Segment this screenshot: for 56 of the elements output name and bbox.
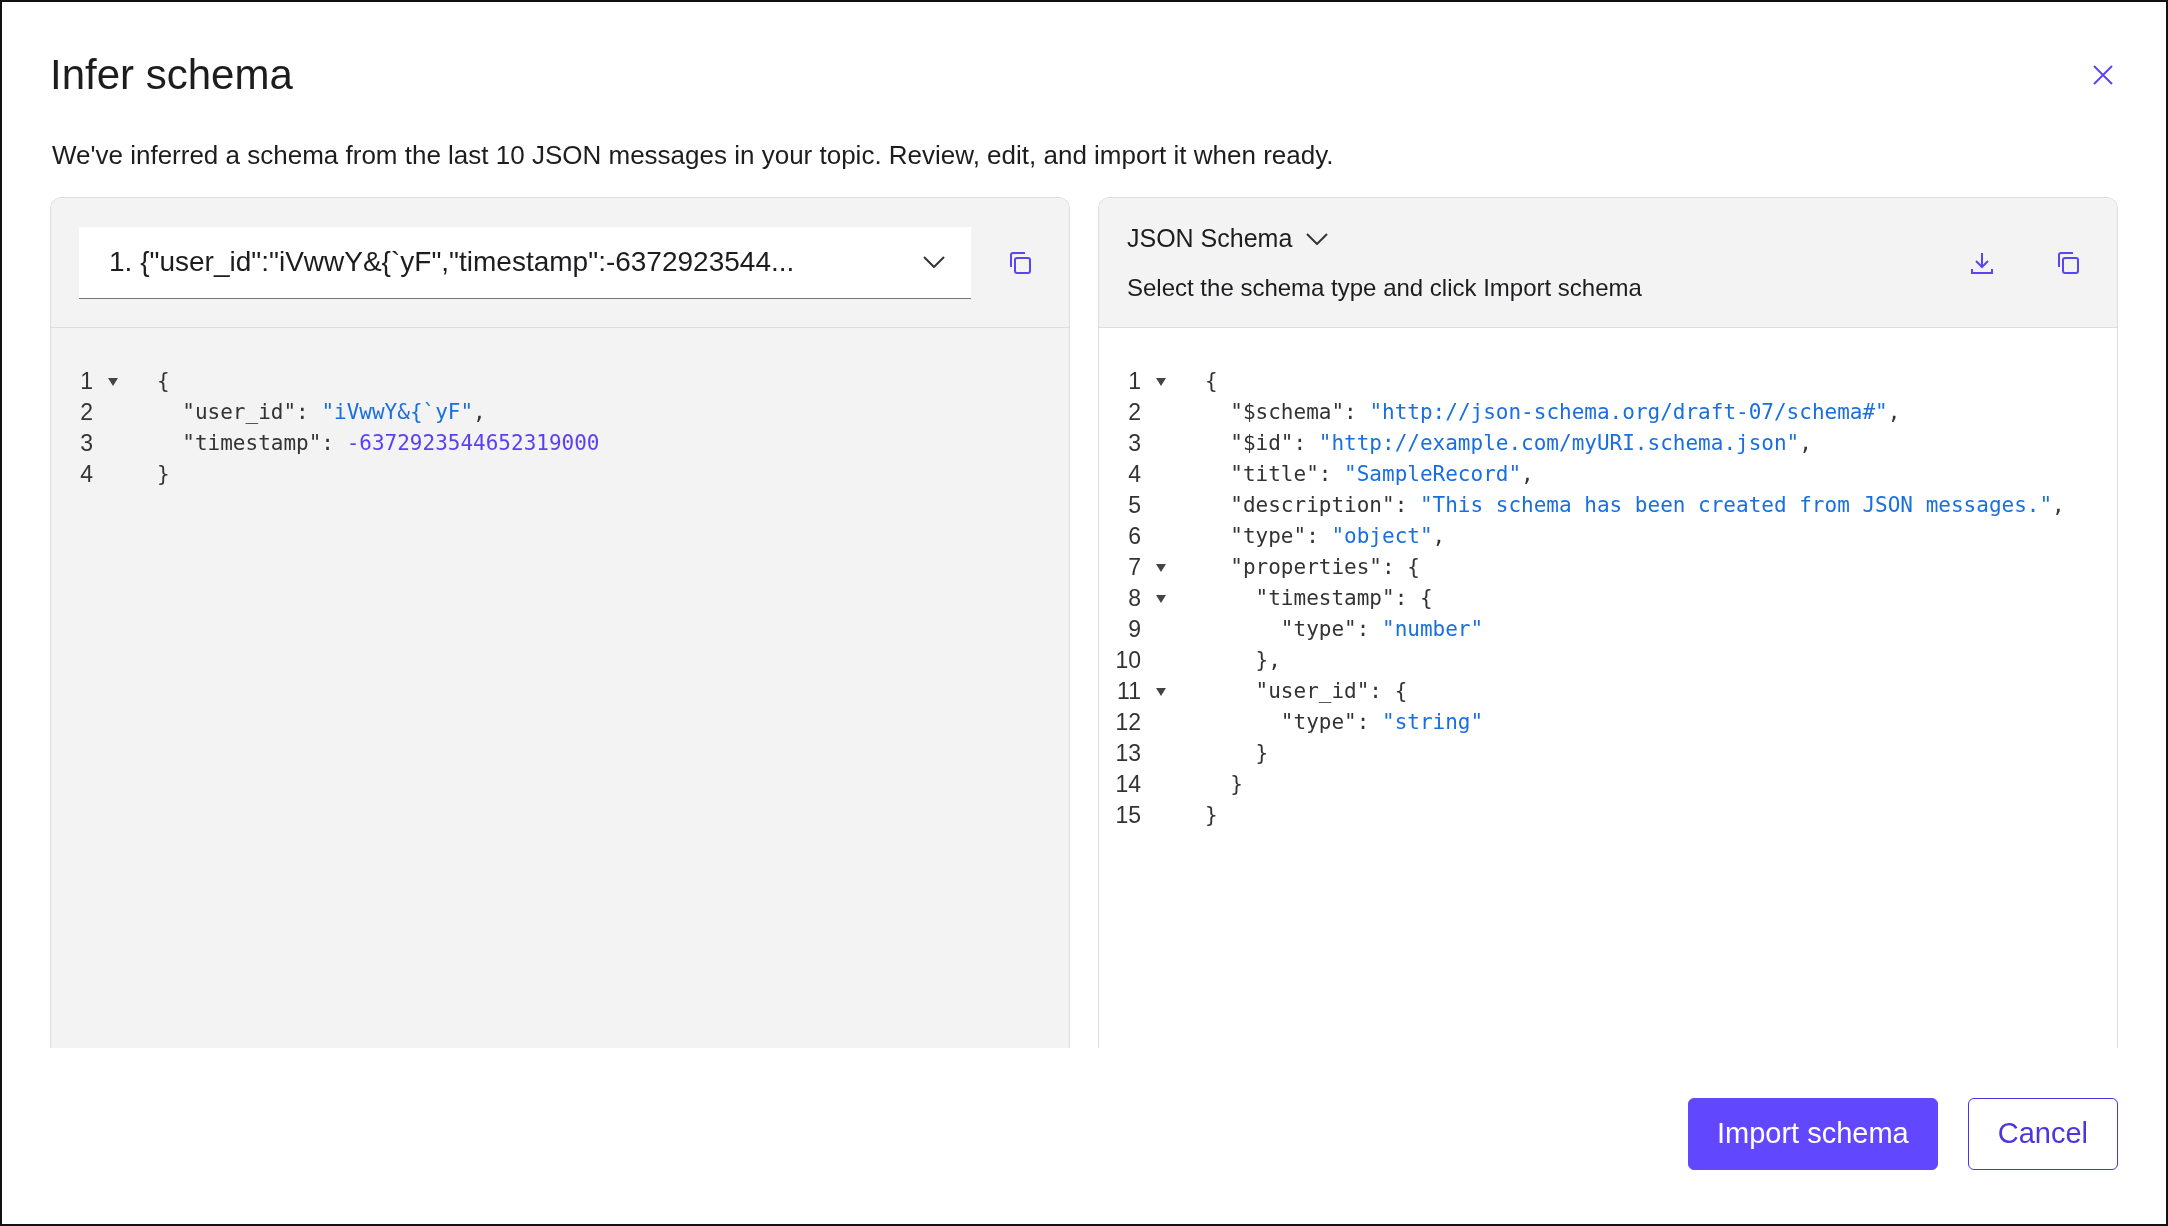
line-number: 10 bbox=[1114, 646, 1141, 676]
code-line: "title": "SampleRecord", bbox=[1229, 461, 1534, 489]
line-number: 15 bbox=[1114, 801, 1141, 831]
code-line: "type": "string" bbox=[1279, 709, 1484, 737]
dialog-title: Infer schema bbox=[50, 50, 293, 100]
copy-icon bbox=[1007, 249, 1033, 276]
line-number: 2 bbox=[79, 398, 93, 428]
import-button[interactable]: Import schema bbox=[1687, 1098, 1938, 1170]
line-number: 3 bbox=[79, 429, 93, 459]
line-number: 1 bbox=[79, 367, 93, 397]
line-number: 9 bbox=[1127, 615, 1141, 645]
line-number: 2 bbox=[1127, 398, 1141, 428]
line-number: 8 bbox=[1127, 584, 1141, 614]
line-number: 6 bbox=[1127, 522, 1141, 552]
code-line: "user_id": { bbox=[1254, 678, 1408, 706]
line-number: 7 bbox=[1127, 553, 1141, 583]
line-number: 4 bbox=[79, 460, 93, 490]
line-number: 11 bbox=[1116, 677, 1141, 707]
fold-arrow-icon[interactable] bbox=[108, 377, 118, 386]
code-line: } bbox=[156, 461, 170, 489]
code-line: "user_id": "iVwwY&{`yF", bbox=[181, 399, 486, 427]
line-number: 12 bbox=[1114, 708, 1141, 738]
code-line: "$schema": "http://json-schema.org/draft-07/schema#", bbox=[1229, 399, 1901, 427]
code-line: "description": "This schema has been created from JSON messages.", bbox=[1229, 492, 2065, 520]
code-line: "timestamp": { bbox=[1254, 585, 1433, 613]
close-icon bbox=[2092, 64, 2114, 87]
cancel-button[interactable]: Cancel bbox=[1967, 1098, 2118, 1170]
chevron-down-icon bbox=[923, 256, 945, 269]
code-line: } bbox=[1254, 740, 1269, 768]
code-line: }, bbox=[1254, 647, 1281, 675]
code-line: } bbox=[1229, 771, 1243, 799]
code-line: "type": "number" bbox=[1279, 616, 1484, 644]
code-line: "properties": { bbox=[1229, 554, 1420, 582]
code-line: "timestamp": -6372923544652319000 bbox=[181, 430, 600, 458]
code-editor[interactable]: 1 { 2 "user_id": "iVwwY&{`yF", 3 "timestamp": -6372923544652319000 4 } bbox=[51, 328, 1069, 1048]
fold-arrow-icon[interactable] bbox=[1156, 687, 1166, 696]
code-line: "$id": "http://example.com/myURI.schema.json", bbox=[1229, 430, 1812, 458]
fold-arrow-icon[interactable] bbox=[1156, 594, 1166, 603]
line-number: 13 bbox=[1114, 739, 1141, 769]
code-line: { bbox=[1204, 368, 1218, 396]
code-line: } bbox=[1204, 802, 1218, 830]
line-number: 3 bbox=[1127, 429, 1141, 459]
message-select[interactable]: 1. {"user_id":"iVwwY&{`yF","timestamp":-6372923544... bbox=[79, 226, 971, 299]
line-number: 5 bbox=[1127, 491, 1141, 521]
line-number: 14 bbox=[1114, 770, 1141, 800]
schema-type-dropdown[interactable]: JSON Schema bbox=[1127, 220, 1329, 258]
dialog-description: We've inferred a schema from the last 10 JSON messages in your topic. Review, edit, and import it when ready. bbox=[52, 139, 1335, 173]
fold-arrow-icon[interactable] bbox=[1156, 563, 1166, 572]
fold-arrow-icon[interactable] bbox=[1156, 377, 1166, 386]
line-number: 1 bbox=[1127, 367, 1141, 397]
line-number: 4 bbox=[1127, 460, 1141, 490]
schema-hint: Select the schema type and click Import schema bbox=[1127, 272, 1643, 303]
code-line: { bbox=[156, 368, 170, 396]
code-line: "type": "object", bbox=[1229, 523, 1446, 551]
copy-icon bbox=[2055, 249, 2081, 276]
chevron-down-icon bbox=[1306, 232, 1329, 245]
